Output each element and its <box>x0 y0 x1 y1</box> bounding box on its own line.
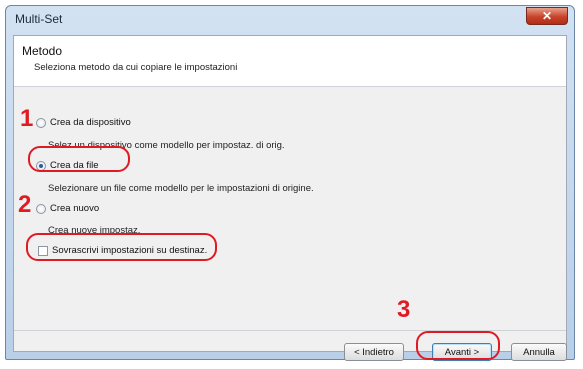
callout-ring-overwrite <box>26 233 217 261</box>
callout-number-2: 2 <box>18 191 32 218</box>
callout-ring-crea-da-file <box>28 146 130 172</box>
close-button[interactable]: ✕ <box>526 7 568 25</box>
multi-set-window: Multi-Set ✕ Metodo Seleziona metodo da c… <box>5 5 575 361</box>
dialog-client-area: Metodo Seleziona metodo da cui copiare l… <box>13 35 567 361</box>
cancel-button[interactable]: Annulla <box>511 343 567 361</box>
radio-button-icon[interactable] <box>36 117 46 128</box>
radio-crea-nuovo[interactable]: Crea nuovo <box>36 203 99 214</box>
option-label: Crea da dispositivo <box>50 117 131 128</box>
page-subtitle: Seleziona metodo da cui copiare le impos… <box>34 62 238 73</box>
radio-crea-da-dispositivo[interactable]: Crea da dispositivo <box>36 117 131 128</box>
callout-number-3: 3 <box>397 296 411 323</box>
wizard-header: Metodo Seleziona metodo da cui copiare l… <box>14 36 566 87</box>
back-button[interactable]: < Indietro <box>344 343 404 361</box>
window-title: Multi-Set <box>15 12 63 26</box>
title-bar: Multi-Set ✕ <box>6 6 574 32</box>
radio-button-icon[interactable] <box>36 203 46 214</box>
option-label: Crea nuovo <box>50 203 100 214</box>
page-title: Metodo <box>22 44 63 58</box>
option-description: Selezionare un file come modello per le … <box>48 183 314 194</box>
close-icon: ✕ <box>541 9 553 23</box>
callout-number-1: 1 <box>20 105 34 132</box>
callout-ring-next <box>416 331 500 360</box>
